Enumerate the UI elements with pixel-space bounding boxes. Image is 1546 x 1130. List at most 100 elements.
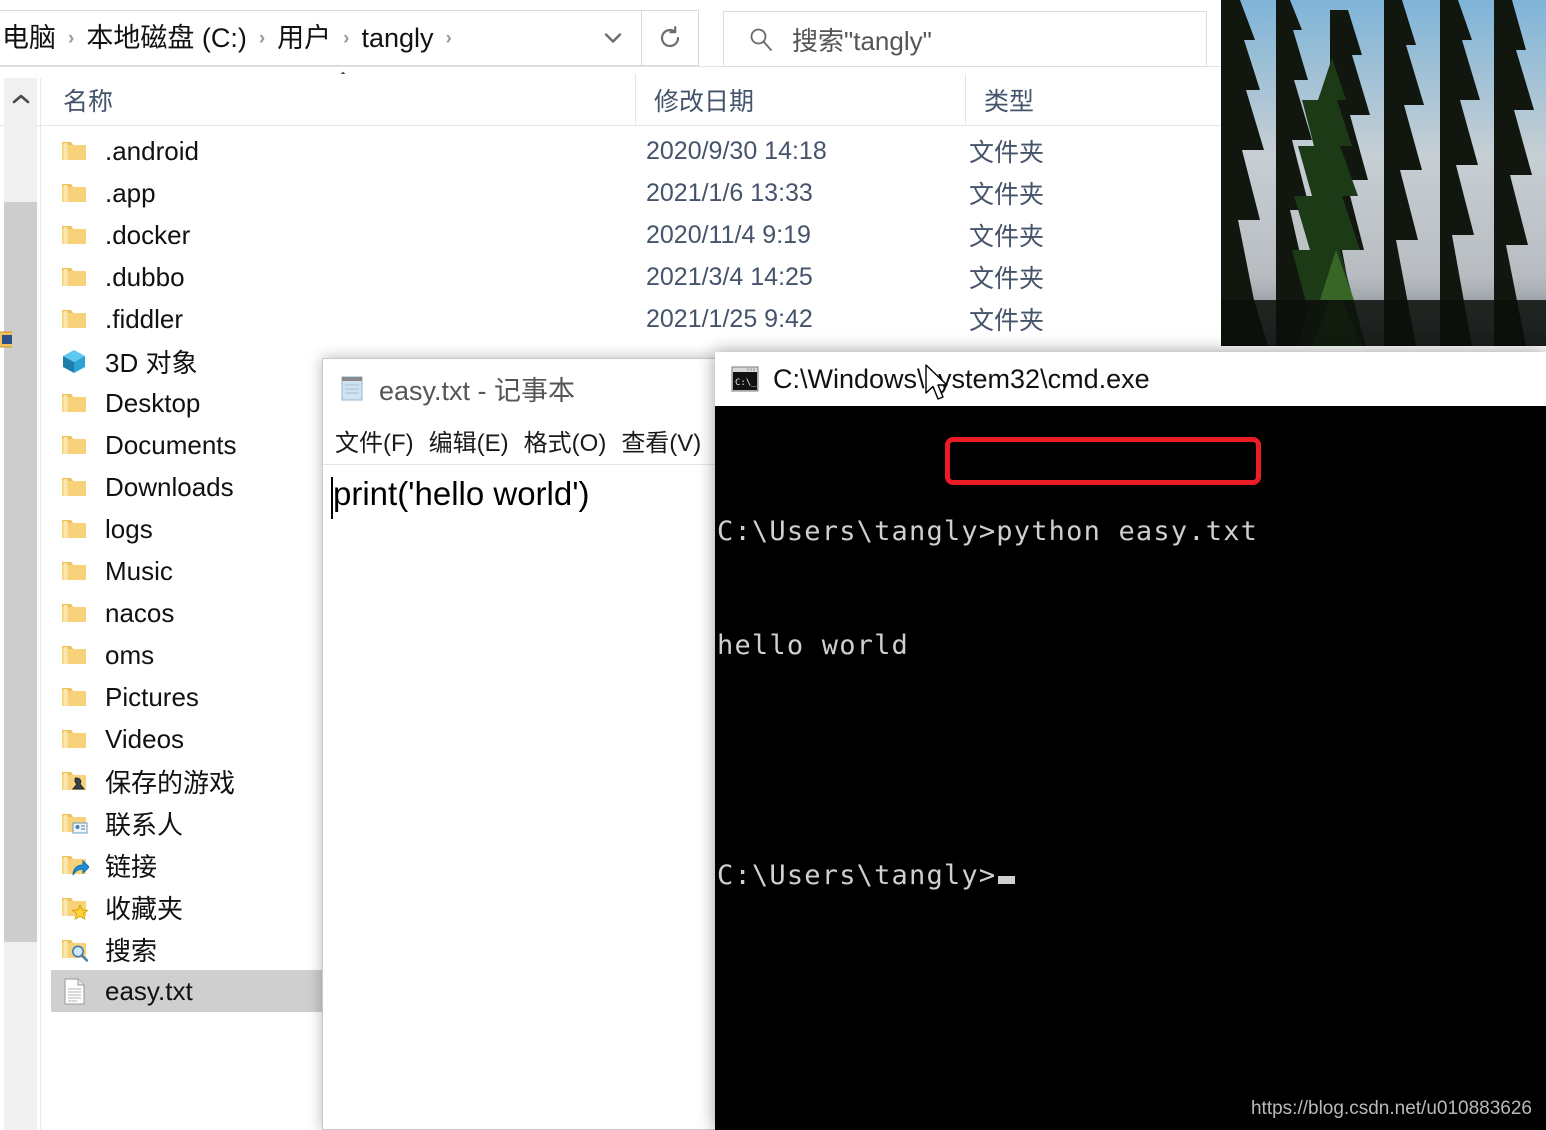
- file-name-text: easy.txt: [105, 975, 193, 1006]
- file-name-text: .docker: [105, 219, 191, 250]
- file-name-cell: .android: [59, 130, 659, 172]
- folder-icon: [62, 394, 86, 412]
- file-type-cell: 文件夹: [969, 181, 1045, 209]
- search-placeholder-text: 搜索"tangly": [792, 25, 932, 56]
- navigation-pane-scrollbar[interactable]: [0, 78, 37, 1130]
- cmd-line-blank: [717, 742, 1546, 780]
- file-name-text: 链接: [105, 851, 158, 882]
- menu-item-view[interactable]: 查看(V): [621, 423, 701, 458]
- file-date-cell: 2021/1/6 13:33: [646, 178, 813, 207]
- table-row[interactable]: .android 2020/9/30 14:18 文件夹: [41, 130, 1221, 172]
- breadcrumb-separator-trailing[interactable]: ›: [437, 29, 461, 48]
- file-date-cell: 2020/9/30 14:18: [646, 136, 827, 165]
- watermark-text: https://blog.csdn.net/u010883626: [1250, 1098, 1532, 1119]
- breadcrumb-item-3[interactable]: tangly: [358, 24, 436, 52]
- file-name-text: 搜索: [105, 935, 158, 966]
- folder-icon: [62, 268, 86, 286]
- text-caret: [331, 477, 333, 519]
- refresh-button[interactable]: [642, 10, 699, 66]
- folder-icon: [62, 436, 86, 454]
- searches-folder-icon: [62, 940, 89, 962]
- file-name-text: .android: [105, 135, 199, 166]
- saved-games-folder-icon: [62, 772, 86, 790]
- file-name-text: nacos: [105, 597, 175, 628]
- notepad-text-area[interactable]: print('hello world'): [323, 465, 715, 1125]
- breadcrumb-separator: ›: [343, 27, 350, 49]
- notepad-title-bar[interactable]: easy.txt - 记事本: [323, 359, 715, 417]
- menu-item-format[interactable]: 格式(O): [524, 423, 607, 458]
- svg-text:C:\_: C:\_: [735, 378, 757, 388]
- file-type-cell: 文件夹: [969, 307, 1045, 335]
- screen: 电脑 › 本地磁盘 (C:) › 用户 › tangly › 搜索"tangly…: [0, 0, 1546, 1130]
- cmd-console-output[interactable]: C:\Users\tangly>python easy.txt hello wo…: [715, 406, 1546, 1130]
- links-folder-icon: [62, 856, 89, 876]
- table-row[interactable]: .docker 2020/11/4 9:19 文件夹: [41, 214, 1221, 256]
- folder-icon: [62, 478, 86, 496]
- file-name-cell: .dubbo: [59, 256, 659, 298]
- notepad-title-text: easy.txt - 记事本: [379, 375, 576, 406]
- file-type-cell: 文件夹: [969, 139, 1045, 167]
- notepad-icon: [341, 376, 363, 401]
- table-row[interactable]: .fiddler 2021/1/25 9:42 文件夹: [41, 298, 1221, 340]
- clipped-nav-item-icon: [0, 326, 12, 352]
- breadcrumb[interactable]: 电脑 › 本地磁盘 (C:) › 用户 › tangly ›: [0, 10, 640, 66]
- menu-item-file[interactable]: 文件(F): [335, 423, 414, 458]
- cmd-title-bar[interactable]: C:\_ C:\Windows\system32\cmd.exe: [715, 352, 1546, 406]
- command-prompt-window: C:\_ C:\Windows\system32\cmd.exe C:\User…: [715, 352, 1546, 1130]
- file-name-text: Pictures: [105, 681, 199, 712]
- file-name-text: Downloads: [105, 471, 234, 502]
- chevron-down-icon: [604, 33, 622, 43]
- file-name-text: 收藏夹: [105, 893, 184, 924]
- column-header-name[interactable]: 名称: [45, 74, 635, 126]
- column-header-row: 名称 修改日期 类型: [0, 74, 1221, 126]
- desktop-wallpaper: [1220, 0, 1546, 346]
- scrollbar-thumb[interactable]: [4, 202, 37, 942]
- file-name-text: Desktop: [105, 387, 201, 418]
- breadcrumb-separator: ›: [258, 27, 266, 49]
- file-date-cell: 2021/1/25 9:42: [646, 304, 813, 333]
- notepad-window: easy.txt - 记事本 文件(F) 编辑(E) 格式(O) 查看(V) 帮…: [322, 358, 716, 1130]
- file-name-text: oms: [105, 639, 155, 670]
- search-input[interactable]: 搜索"tangly": [723, 11, 1207, 67]
- folder-icon: [62, 520, 86, 538]
- table-row[interactable]: easy.txt: [51, 970, 331, 1012]
- cmd-line: hello world: [717, 630, 910, 662]
- breadcrumb-separator: ›: [68, 27, 75, 49]
- folder-icon: [62, 184, 86, 202]
- cmd-prompt-text: C:\Users\tangly>: [717, 859, 997, 891]
- breadcrumb-item-2[interactable]: 用户: [274, 24, 334, 52]
- folder-icon: [62, 142, 86, 160]
- table-row[interactable]: .app 2021/1/6 13:33 文件夹: [41, 172, 1221, 214]
- file-name-text: 保存的游戏: [105, 767, 236, 798]
- file-date-cell: 2021/3/4 14:25: [646, 262, 813, 291]
- breadcrumb-item-1[interactable]: 本地磁盘 (C:): [83, 24, 249, 52]
- notepad-content: print('hello world'): [333, 475, 590, 512]
- file-type-cell: 文件夹: [969, 265, 1045, 293]
- 3d-objects-icon: [63, 350, 85, 373]
- column-header-date[interactable]: 修改日期: [635, 74, 965, 126]
- breadcrumb-item-0[interactable]: 电脑: [0, 24, 59, 52]
- favorites-folder-icon: [62, 898, 89, 921]
- chevron-up-icon: [12, 94, 29, 104]
- cmd-icon: C:\_: [731, 366, 759, 392]
- cmd-title-text: C:\Windows\system32\cmd.exe: [773, 363, 1150, 394]
- folder-icon: [62, 604, 86, 622]
- folder-icon: [62, 310, 86, 328]
- folder-icon: [62, 646, 86, 664]
- mouse-cursor-icon: [925, 364, 948, 400]
- folder-icon: [62, 730, 86, 748]
- file-name-text: 联系人: [105, 809, 184, 840]
- file-name-text: logs: [105, 513, 153, 544]
- scrollbar-up-button[interactable]: [4, 86, 37, 112]
- breadcrumb-dropdown-button[interactable]: [585, 10, 642, 66]
- menu-item-edit[interactable]: 编辑(E): [429, 423, 509, 458]
- file-name-text: .dubbo: [105, 261, 185, 292]
- file-name-text: .fiddler: [105, 303, 184, 334]
- search-icon: [750, 28, 772, 51]
- file-name-cell: .app: [59, 172, 659, 214]
- text-file-icon: [64, 978, 85, 1005]
- table-row[interactable]: .dubbo 2021/3/4 14:25 文件夹: [41, 256, 1221, 298]
- file-name-text: 3D 对象: [105, 347, 198, 378]
- address-bar: 电脑 › 本地磁盘 (C:) › 用户 › tangly › 搜索"tangly…: [0, 5, 1221, 67]
- column-header-type[interactable]: 类型: [965, 74, 1221, 126]
